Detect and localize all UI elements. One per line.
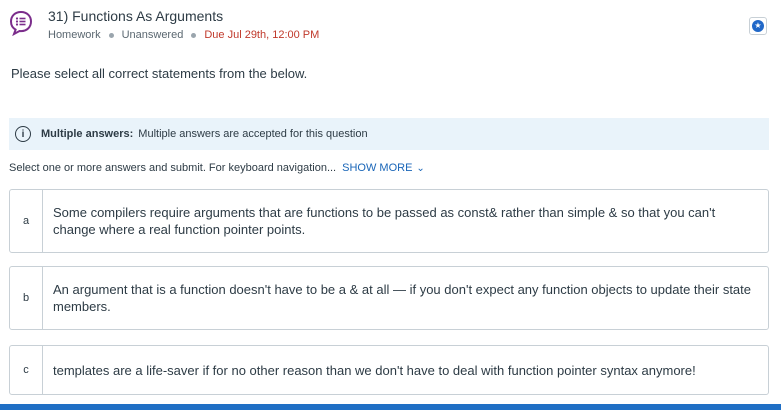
star-button[interactable]: ★ [749, 17, 767, 35]
multiple-answers-banner: i Multiple answers: Multiple answers are… [9, 118, 769, 150]
answer-option-b[interactable]: b An argument that is a function doesn't… [9, 266, 769, 330]
question-header: 31) Functions As Arguments Homework Unan… [0, 0, 781, 50]
due-date: Due Jul 29th, 12:00 PM [204, 29, 320, 41]
question-type: Homework [48, 29, 101, 41]
banner-label: Multiple answers: [41, 128, 134, 140]
chevron-down-icon: ⌄ [416, 162, 425, 174]
question-status: Unanswered [121, 29, 184, 41]
answer-instructions: Select one or more answers and submit. F… [9, 162, 425, 174]
question-title: 31) Functions As Arguments [48, 8, 224, 24]
question-prompt: Please select all correct statements fro… [11, 66, 308, 81]
show-more-link[interactable]: SHOW MORE ⌄ [342, 162, 425, 174]
answer-option-a[interactable]: a Some compilers require arguments that … [9, 189, 769, 253]
question-meta: Homework Unanswered Due Jul 29th, 12:00 … [48, 29, 319, 41]
show-more-label: SHOW MORE [342, 162, 413, 174]
chat-bubble-list-icon [9, 10, 33, 36]
option-text: Some compilers require arguments that ar… [53, 205, 716, 237]
option-text: templates are a life-saver if for no oth… [53, 362, 696, 378]
option-letter: a [10, 190, 43, 252]
instructions-text: Select one or more answers and submit. F… [9, 162, 337, 174]
banner-text: Multiple answers are accepted for this q… [138, 128, 368, 140]
star-icon: ★ [752, 20, 764, 32]
option-letter: b [10, 267, 43, 329]
separator-dot [191, 32, 197, 38]
bottom-accent-bar [0, 404, 781, 410]
option-text: An argument that is a function doesn't h… [53, 282, 752, 314]
info-icon: i [15, 126, 31, 142]
separator-dot [108, 32, 114, 38]
answer-option-c[interactable]: c templates are a life-saver if for no o… [9, 345, 769, 395]
option-letter: c [10, 346, 43, 394]
